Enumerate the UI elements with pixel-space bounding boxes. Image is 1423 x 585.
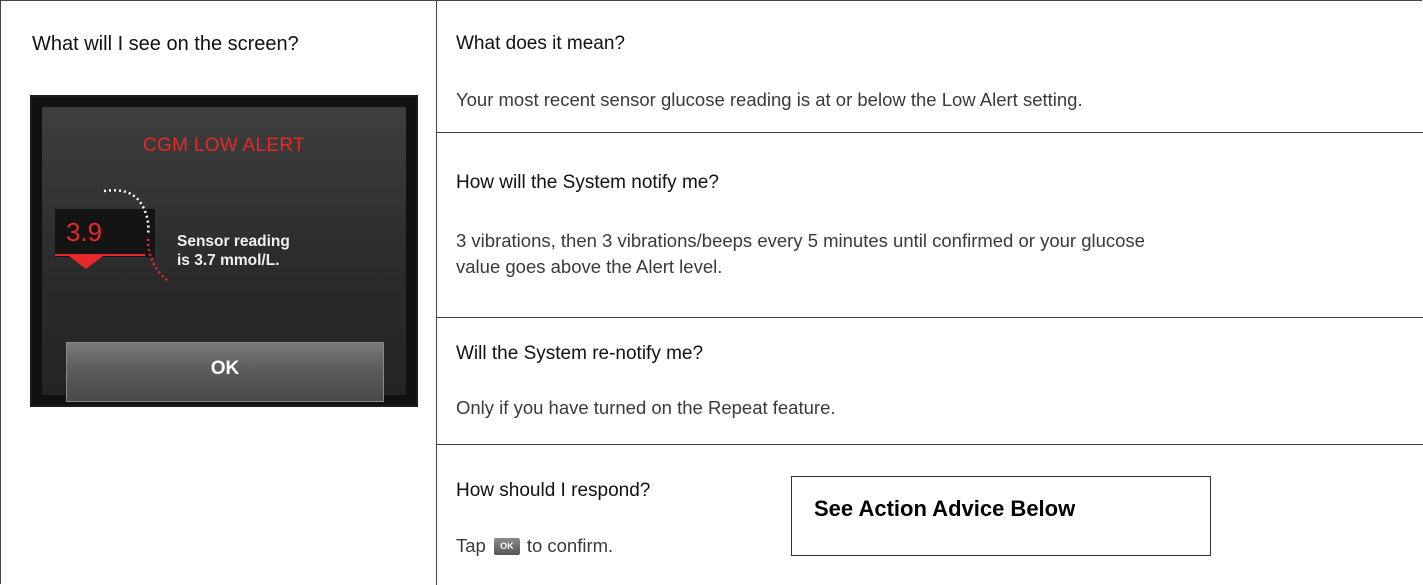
action-advice-box: See Action Advice Below xyxy=(791,476,1211,556)
action-advice-text: See Action Advice Below xyxy=(814,496,1076,521)
answer-respond: Tap OK to confirm. xyxy=(456,535,614,556)
row-divider xyxy=(437,132,1423,133)
device-display: CGM LOW ALERT 3.9 Sensor reading is 3.7 … xyxy=(42,107,406,402)
row-divider xyxy=(437,317,1423,318)
reading-value: 3.9 xyxy=(66,217,103,247)
screen-heading: What will I see on the screen? xyxy=(32,33,299,55)
question-meaning: What does it mean? xyxy=(456,33,625,54)
device-screen: CGM LOW ALERT 3.9 Sensor reading is 3.7 … xyxy=(30,95,418,407)
row-divider xyxy=(437,444,1423,445)
answer-notify: 3 vibrations, then 3 vibrations/beeps ev… xyxy=(456,230,1145,277)
answer-renotify: Only if you have turned on the Repeat fe… xyxy=(456,397,836,418)
answer-meaning: Your most recent sensor glucose reading … xyxy=(456,89,1083,110)
glucose-trend-icon xyxy=(103,189,169,282)
question-notify: How will the System notify me? xyxy=(456,172,719,193)
down-arrow-icon xyxy=(69,256,103,269)
ok-button[interactable]: OK xyxy=(66,342,384,402)
ok-button-icon: OK xyxy=(493,537,520,555)
question-respond: How should I respond? xyxy=(456,480,651,501)
question-renotify: Will the System re-notify me? xyxy=(456,343,704,364)
sensor-reading-text: Sensor reading is 3.7 mmol/L. xyxy=(177,233,290,269)
column-divider xyxy=(436,0,437,585)
alert-title: CGM LOW ALERT xyxy=(143,135,305,156)
